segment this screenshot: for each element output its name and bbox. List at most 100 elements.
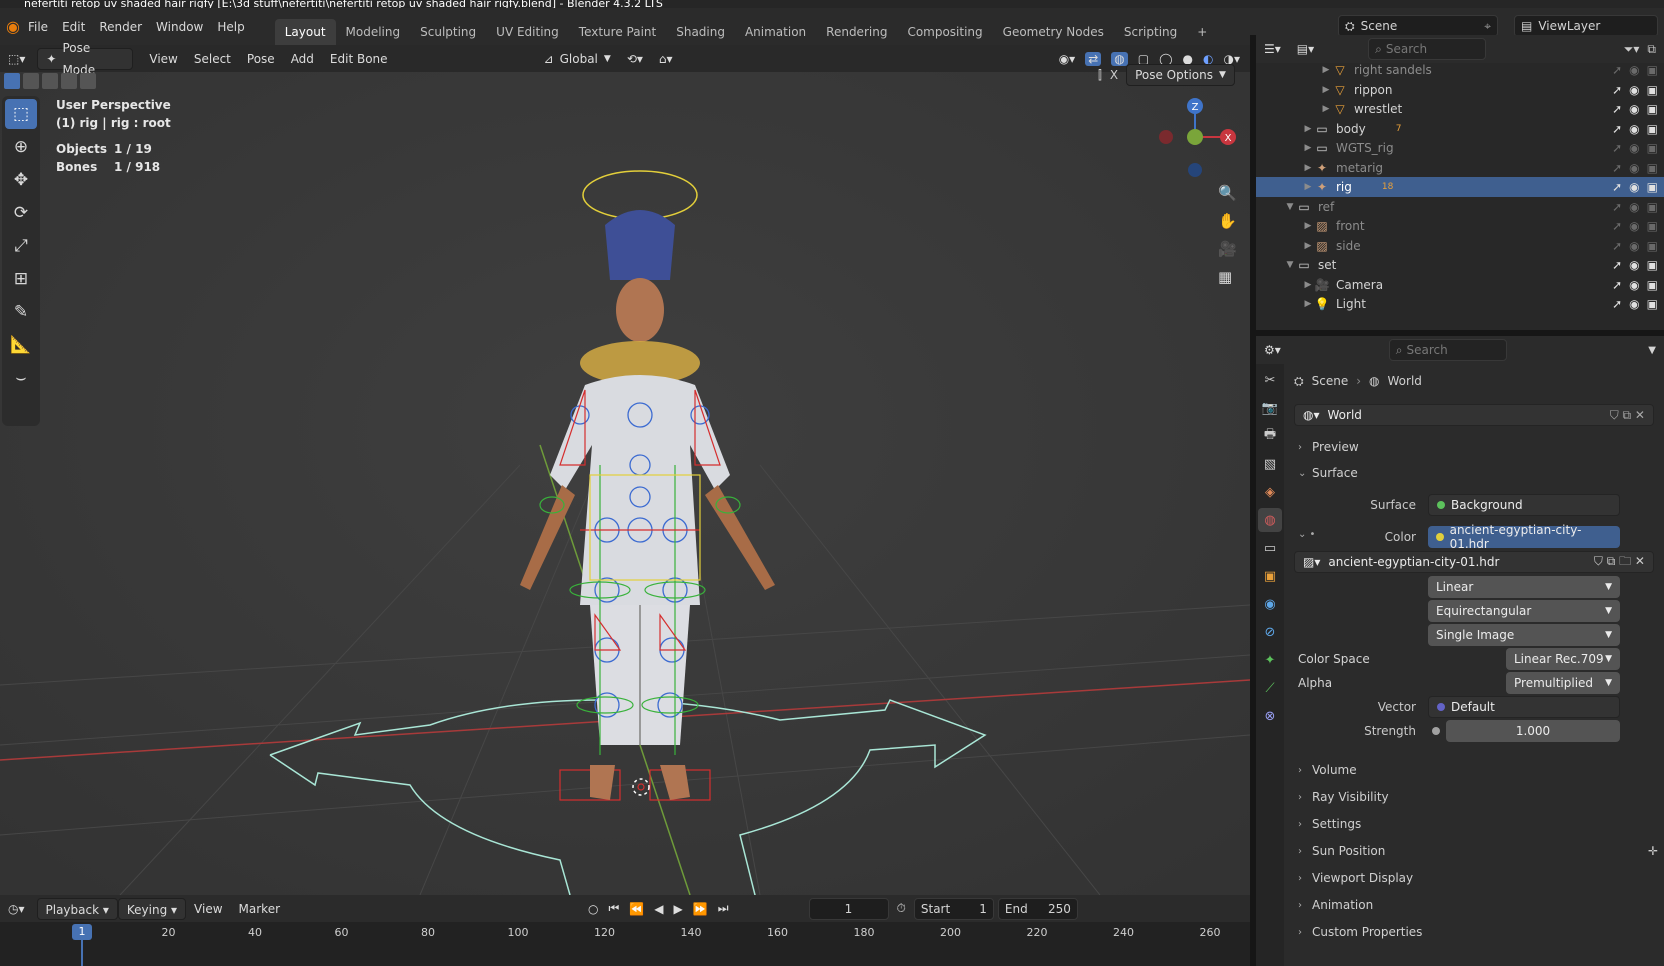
render-icon[interactable]: ▣ xyxy=(1647,180,1658,194)
navigation-gizmo[interactable]: Z X xyxy=(1150,92,1240,182)
gizmo-y-axis[interactable] xyxy=(1187,129,1203,145)
tab-modeling[interactable]: Modeling xyxy=(336,19,411,45)
chevron-right-icon[interactable]: ▶ xyxy=(1320,65,1332,75)
tab-rendering[interactable]: Rendering xyxy=(816,19,897,45)
bone-envelope-tool-icon[interactable]: ⌣ xyxy=(5,363,37,393)
outliner-search-field[interactable]: ⌕ Search xyxy=(1368,38,1487,60)
menu-file[interactable]: File xyxy=(28,20,48,34)
stopwatch-icon[interactable]: ⏱ xyxy=(897,901,906,916)
chevron-down-icon[interactable]: ▼ xyxy=(1284,260,1296,270)
surface-shader-field[interactable]: Background xyxy=(1428,494,1620,516)
select-subtract-icon[interactable] xyxy=(42,73,58,89)
jump-end-icon[interactable]: ⏭ xyxy=(718,901,729,916)
source-dropdown[interactable]: Single Image ▼ xyxy=(1428,624,1620,646)
outliner-item-metarig[interactable]: ▶ ✦ metarig ➚ ◉ ▣ xyxy=(1256,158,1664,178)
filter-icon[interactable]: ⏷▾ xyxy=(1624,42,1640,57)
x-mirror-label[interactable]: X xyxy=(1110,68,1118,82)
outliner-item-side[interactable]: ▶ ▨ side ➚ ◉ ▣ xyxy=(1256,236,1664,256)
render-icon[interactable]: ▣ xyxy=(1647,161,1658,175)
tab-animation[interactable]: Animation xyxy=(735,19,816,45)
outliner-item-camera[interactable]: ▶ 🎥 Camera ➚ ◉ ▣ xyxy=(1256,275,1664,295)
render-icon[interactable]: ▣ xyxy=(1647,297,1658,311)
end-frame-field[interactable]: End 250 xyxy=(997,897,1078,920)
cursor-tool-icon[interactable]: ⊕ xyxy=(5,132,37,162)
outliner-item-rig[interactable]: ▶ ✦ rig 18 ➚ ◉ ▣ xyxy=(1256,177,1664,197)
render-icon[interactable]: ▣ xyxy=(1647,83,1658,97)
selectable-icon[interactable]: ➚ xyxy=(1612,83,1622,97)
selectable-icon[interactable]: ➚ xyxy=(1612,141,1622,155)
sun-position-icon[interactable]: ✛ xyxy=(1648,844,1658,858)
transform-orientation-dropdown[interactable]: ⊿ Global ▼ xyxy=(536,48,619,70)
prev-keyframe-icon[interactable]: ⏪ xyxy=(629,902,644,916)
outliner-item-front[interactable]: ▶ ▨ front ➚ ◉ ▣ xyxy=(1256,216,1664,236)
menu-select[interactable]: Select xyxy=(186,48,239,70)
chevron-right-icon[interactable]: ▶ xyxy=(1302,221,1314,231)
chevron-right-icon[interactable]: ▶ xyxy=(1302,182,1314,192)
playhead[interactable]: 1 xyxy=(72,924,92,940)
chevron-right-icon[interactable]: ▶ xyxy=(1302,143,1314,153)
rotate-tool-icon[interactable]: ⟳ xyxy=(5,198,37,228)
selectable-icon[interactable]: ➚ xyxy=(1612,297,1622,311)
tab-shading[interactable]: Shading xyxy=(666,19,735,45)
output-tab-icon[interactable]: 🖶 xyxy=(1258,424,1282,448)
play-reverse-icon[interactable]: ◀ xyxy=(654,902,663,916)
render-icon[interactable]: ▣ xyxy=(1647,239,1658,253)
render-icon[interactable]: ▣ xyxy=(1647,102,1658,116)
select-box-tool-icon[interactable]: ⬚ xyxy=(5,99,37,129)
world-browse-icon[interactable]: ◍▾ xyxy=(1303,408,1320,422)
select-intersect-icon[interactable] xyxy=(80,73,96,89)
mirror-icon[interactable]: ⫿ xyxy=(1098,68,1102,83)
tab-sculpting[interactable]: Sculpting xyxy=(410,19,486,45)
pose-options-dropdown[interactable]: Pose Options ▼ xyxy=(1126,64,1235,86)
eye-icon[interactable]: ◉ xyxy=(1629,83,1639,97)
collection-tab-icon[interactable]: ▭ xyxy=(1258,536,1282,560)
fake-user-icon[interactable]: ⛉ ⧉ ✕ xyxy=(1610,408,1645,423)
eye-icon[interactable]: ◉ xyxy=(1629,180,1639,194)
3d-viewport[interactable] xyxy=(0,45,1250,895)
color-input-field[interactable]: ancient-egyptian-city-01.hdr xyxy=(1428,523,1620,551)
render-icon[interactable]: ▣ xyxy=(1647,219,1658,233)
image-actions-icon[interactable]: ⛉ ⧉ 🗀 ✕ xyxy=(1594,552,1645,573)
select-invert-icon[interactable] xyxy=(61,73,77,89)
chevron-down-icon[interactable]: ▼ xyxy=(1648,345,1656,356)
new-collection-icon[interactable]: ⧉ xyxy=(1647,42,1656,57)
chevron-right-icon[interactable]: ▶ xyxy=(1302,124,1314,134)
render-tab-icon[interactable]: 📷 xyxy=(1258,396,1282,420)
eye-icon[interactable]: ◉ xyxy=(1629,63,1639,77)
world-tab-icon[interactable]: ◍ xyxy=(1258,508,1282,532)
menu-edit[interactable]: Edit xyxy=(62,20,85,34)
chevron-right-icon[interactable]: ▶ xyxy=(1302,299,1314,309)
render-icon[interactable]: ▣ xyxy=(1647,200,1658,214)
selectable-icon[interactable]: ➚ xyxy=(1612,102,1622,116)
eye-icon[interactable]: ◉ xyxy=(1629,200,1639,214)
ortho-grid-icon[interactable]: ▦ xyxy=(1218,268,1237,286)
panel-surface[interactable]: ⌄ Surface xyxy=(1298,461,1658,485)
scene-tab-icon[interactable]: ◈ xyxy=(1258,480,1282,504)
chevron-down-icon[interactable]: ▼ xyxy=(1284,202,1296,212)
tab-compositing[interactable]: Compositing xyxy=(897,19,992,45)
eye-icon[interactable]: ◉ xyxy=(1629,239,1639,253)
snap-icon[interactable]: ⌂▾ xyxy=(651,48,681,70)
marker-menu[interactable]: Marker xyxy=(231,898,288,920)
tab-texture-paint[interactable]: Texture Paint xyxy=(569,19,666,45)
chevron-right-icon[interactable]: ▶ xyxy=(1320,104,1332,114)
chevron-right-icon[interactable]: ▶ xyxy=(1302,241,1314,251)
properties-editor-icon[interactable]: ⚙▾ xyxy=(1256,339,1289,361)
annotate-tool-icon[interactable]: ✎ xyxy=(5,297,37,327)
projection-dropdown[interactable]: Equirectangular ▼ xyxy=(1428,600,1620,622)
auto-key-icon[interactable]: ○ xyxy=(588,902,598,916)
tab-uv-editing[interactable]: UV Editing xyxy=(486,19,569,45)
constraints-tab-icon[interactable]: ⊘ xyxy=(1258,620,1282,644)
selectable-icon[interactable]: ➚ xyxy=(1612,63,1622,77)
eye-icon[interactable]: ◉ xyxy=(1629,219,1639,233)
interpolation-dropdown[interactable]: Linear ▼ xyxy=(1428,576,1620,598)
move-tool-icon[interactable]: ✥ xyxy=(5,165,37,195)
outliner-item-set[interactable]: ▼ ▭ set ➚ ◉ ▣ xyxy=(1256,255,1664,275)
panel-animation[interactable]: › Animation xyxy=(1298,893,1658,917)
image-browse-icon[interactable]: ▨▾ xyxy=(1303,555,1320,569)
timeline-editor-icon[interactable]: ◷▾ xyxy=(0,898,33,920)
tool-tab-icon[interactable]: ✂ xyxy=(1258,368,1282,392)
render-icon[interactable]: ▣ xyxy=(1647,258,1658,272)
gizmo-neg-z-axis[interactable] xyxy=(1188,163,1202,177)
tab-scripting[interactable]: Scripting xyxy=(1114,19,1187,45)
